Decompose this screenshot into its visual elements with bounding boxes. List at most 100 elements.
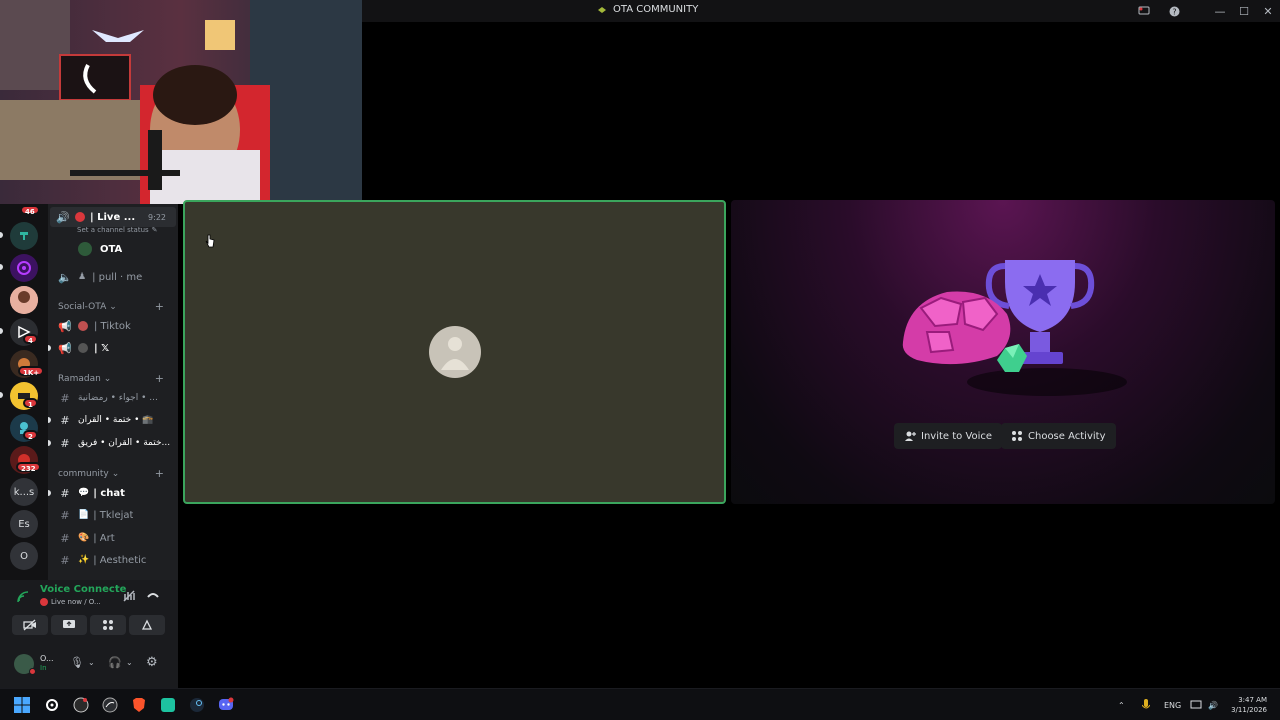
webcam-overlay	[0, 0, 362, 204]
user-avatar	[78, 242, 92, 256]
category-ramadan[interactable]: Ramadan ⌄	[58, 374, 111, 384]
activity-tile: Invite to Voice Choose Activity	[731, 200, 1275, 504]
brave-app-icon[interactable]	[131, 697, 147, 713]
volume-icon[interactable]: 🔊	[1208, 689, 1218, 720]
voice-user[interactable]: OTA	[48, 239, 178, 259]
server-icon[interactable]	[10, 254, 38, 282]
help-icon[interactable]: ?	[1162, 0, 1186, 22]
hash-icon: #	[60, 486, 70, 500]
chevron-down-icon: ⌄	[109, 302, 117, 312]
windows-start-icon[interactable]	[14, 697, 30, 713]
category-label: Social-OTA	[58, 302, 107, 312]
text-channel[interactable]: # 📄 | Tklejat	[48, 505, 178, 525]
server-icon[interactable]: Es	[10, 510, 38, 538]
chevron-down-icon[interactable]: ⌄	[126, 658, 133, 667]
add-channel-icon[interactable]: +	[155, 372, 164, 385]
unread-pill	[0, 392, 3, 398]
unread-pill	[0, 232, 3, 238]
headphones-icon[interactable]: 🎧	[108, 656, 122, 669]
clock-date: 3/11/2026	[1231, 706, 1267, 714]
maximize-icon[interactable]: ☐	[1232, 0, 1256, 22]
unread-pill	[48, 345, 51, 351]
microphone-icon[interactable]: 🎙	[70, 656, 84, 669]
hash-icon: #	[60, 553, 70, 567]
steam-app-icon[interactable]	[189, 697, 205, 713]
channel-label: ختمة • القرآن • 🕋	[78, 415, 154, 425]
language-indicator[interactable]: ENG	[1164, 689, 1181, 720]
user-status: In	[40, 664, 47, 672]
clock-time: 3:47 AM	[1238, 696, 1267, 704]
browser-app-icon[interactable]	[102, 697, 118, 713]
camera-off-button[interactable]	[12, 615, 48, 635]
minimize-icon[interactable]: —	[1208, 0, 1232, 22]
unread-pill	[48, 417, 51, 423]
noise-suppression-icon[interactable]	[122, 588, 136, 607]
server-icon[interactable]: O	[10, 542, 38, 570]
voice-connected-sub[interactable]: Live now / O...	[40, 598, 101, 606]
server-icon[interactable]	[10, 222, 38, 250]
unread-badge: 46	[20, 205, 40, 216]
x-icon	[78, 343, 88, 353]
screen-share-icon[interactable]	[1132, 0, 1156, 22]
network-icon[interactable]	[1190, 689, 1202, 720]
chevron-down-icon[interactable]: ⌄	[88, 658, 95, 667]
text-channel[interactable]: # اجواء • رمضانية • ...	[48, 388, 178, 408]
palette-icon: 🎨	[78, 533, 90, 543]
channel-label: اجواء • رمضانية • ...	[78, 393, 158, 403]
disconnect-icon[interactable]	[146, 588, 160, 607]
voice-timer: 9:22	[148, 212, 166, 222]
screen-share-button[interactable]	[51, 615, 87, 635]
close-icon[interactable]: ✕	[1256, 0, 1280, 22]
voice-channel-label: | pull · me	[92, 271, 143, 283]
text-channel[interactable]: # 💬 | chat	[48, 483, 178, 503]
window-title-text: OTA COMMUNITY	[613, 4, 699, 15]
window-title: OTA COMMUNITY	[597, 4, 698, 15]
text-channel[interactable]: # ختمة • القرآن • 🕋	[48, 410, 178, 430]
text-channel[interactable]: # ✨ | Aesthetic	[48, 550, 178, 570]
voice-channel[interactable]: 📢 | Tiktok	[48, 316, 178, 336]
tray-mic-icon[interactable]	[1142, 689, 1150, 720]
channel-label: | Aesthetic	[93, 554, 147, 566]
signal-icon	[16, 590, 30, 607]
obs-app-icon[interactable]	[73, 697, 89, 713]
text-channel[interactable]: # ختمة • القرآن • فريق...	[48, 433, 178, 453]
username[interactable]: O...	[40, 654, 54, 663]
invite-to-voice-button[interactable]: Invite to Voice	[894, 423, 1003, 449]
activities-button[interactable]	[90, 615, 126, 635]
unread-badge: 4	[23, 334, 38, 345]
channel-status[interactable]: Set a channel status ✎	[77, 226, 158, 234]
text-channel[interactable]: # 🎨 | Art	[48, 528, 178, 548]
title-bar: OTA COMMUNITY ? — ☐ ✕	[362, 0, 1280, 22]
gear-icon[interactable]: ⚙	[146, 655, 158, 670]
chevron-down-icon: ⌄	[103, 374, 112, 384]
category-community[interactable]: community ⌄	[58, 469, 119, 479]
unread-badge: 232	[16, 462, 41, 473]
tray-chevron-icon[interactable]: ⌃	[1118, 689, 1125, 720]
app-root: OTA COMMUNITY ? — ☐ ✕ 46 4 1K+ 1 2 232 k…	[0, 0, 1280, 720]
server-icon[interactable]	[10, 286, 38, 314]
voice-channel[interactable]: 🔈 ♟ | pull · me	[48, 267, 178, 287]
user-row: O... In 🎙 ⌄ 🎧 ⌄ ⚙	[0, 648, 178, 680]
stream-tile-speaking[interactable]	[183, 200, 726, 504]
category-label: Ramadan	[58, 374, 101, 384]
soundboard-button[interactable]	[129, 615, 165, 635]
settings-app-icon[interactable]	[44, 697, 60, 713]
choose-activity-button[interactable]: Choose Activity	[1001, 423, 1116, 449]
unread-badge: 1K+	[18, 366, 45, 377]
voice-connected-title[interactable]: Voice Connecte	[40, 584, 126, 595]
unread-pill	[48, 490, 51, 496]
tiktok-icon	[78, 321, 88, 331]
category-social[interactable]: Social-OTA ⌄	[58, 302, 117, 312]
server-icon[interactable]: k...s	[10, 478, 38, 506]
add-channel-icon[interactable]: +	[155, 300, 164, 313]
voice-channel-label: | Live ...	[90, 211, 136, 223]
clock[interactable]: 3:47 AM 3/11/2026	[1229, 689, 1267, 720]
taskbar: ⌃ ENG 🔊 3:47 AM 3/11/2026	[0, 688, 1280, 720]
voice-channel-live[interactable]: 🔊 | Live ... 9:22	[50, 207, 176, 227]
discord-app-icon[interactable]	[218, 697, 234, 713]
megaphone-icon: 📢	[58, 319, 72, 333]
chat-app-icon[interactable]	[160, 697, 176, 713]
add-channel-icon[interactable]: +	[155, 467, 164, 480]
voice-channel[interactable]: 📢 | 𝕏	[48, 338, 178, 358]
unread-badge: 2	[23, 430, 38, 441]
